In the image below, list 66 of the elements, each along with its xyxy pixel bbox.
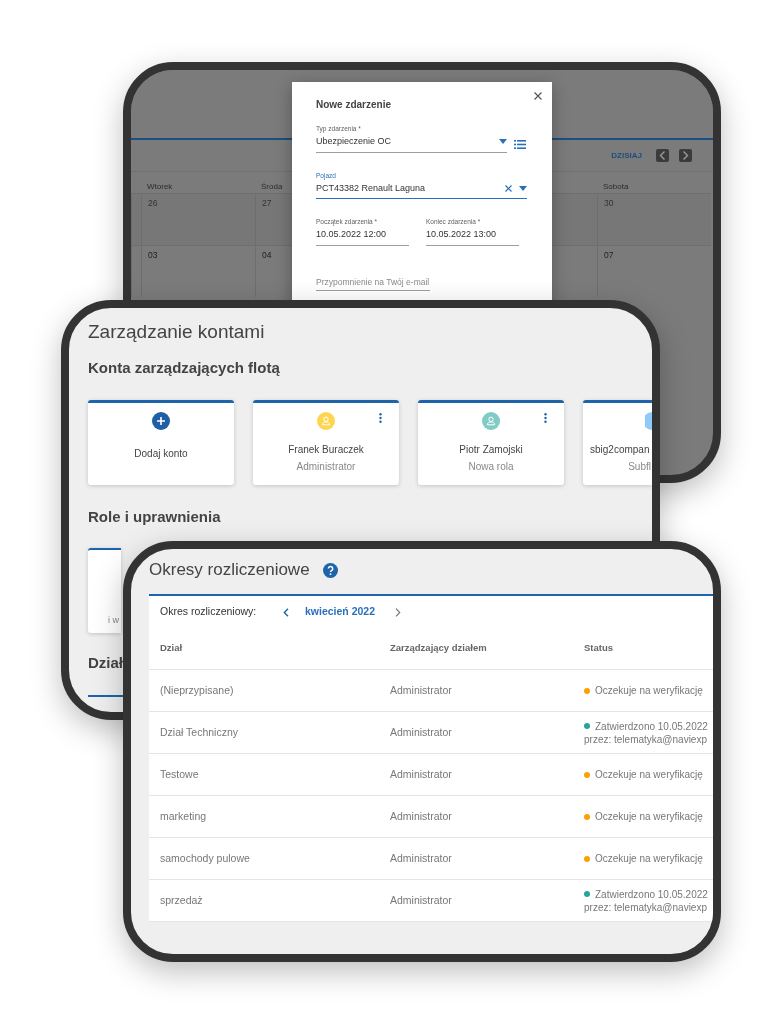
table-cell-text: Testowe [160, 766, 200, 782]
account-role: Subfl [628, 460, 652, 474]
next-button-icon[interactable] [679, 149, 692, 162]
more-icon[interactable] [544, 413, 547, 423]
weekday-label: Sobota [603, 181, 629, 193]
weekday-label: Środa [261, 181, 283, 193]
previous-icon[interactable] [283, 607, 289, 617]
table-cell-text: marketing [160, 808, 208, 824]
account-card[interactable]: Franek Buraczek Administrator [253, 400, 399, 485]
table-cell-text: Administrator [390, 766, 453, 782]
account-card[interactable]: sbig2compan Subfl [583, 400, 652, 485]
previous-button-icon[interactable] [656, 149, 669, 162]
table-cell-text: Administrator [390, 808, 453, 824]
more-icon[interactable] [379, 413, 382, 423]
column-header[interactable]: Dział [160, 641, 390, 656]
help-icon[interactable] [322, 562, 338, 578]
reminder-field[interactable]: Przypomnienie na Twój e-mail [316, 275, 430, 292]
status-text: Oczekuje na weryfikację [595, 810, 703, 823]
weekday-label: Wtorek [147, 181, 173, 193]
calendar-day-cell[interactable] [131, 193, 141, 245]
account-card[interactable]: Piotr Zamojski Nowa rola [418, 400, 564, 485]
dropdown-caret-icon[interactable] [519, 185, 527, 191]
input-field[interactable]: PCT43382 Renault Laguna [316, 179, 527, 199]
calendar-day-cell[interactable]: 07 [597, 245, 711, 297]
account-name: sbig2compan [589, 443, 651, 457]
table-cell-text: sprzedaż [160, 892, 204, 908]
status-detail: przez: telematyka@naviexp [584, 900, 708, 914]
table-cell-text: Administrator [390, 850, 453, 866]
input-field[interactable]: 10.05.2022 13:00 [426, 226, 519, 246]
status-text: Zatwierdzono 10.05.2022 [595, 887, 708, 901]
account-role: Nowa rola [468, 460, 514, 474]
table-cell-text: Administrator [390, 724, 453, 740]
status-detail: przez: telematyka@naviexp [584, 732, 708, 746]
status-text: Oczekuje na weryfikację [595, 684, 703, 697]
section-title: Role i uprawnienia [88, 507, 222, 527]
status-text: Zatwierdzono 10.05.2022 [595, 719, 708, 733]
next-icon[interactable] [395, 607, 402, 617]
account-card[interactable]: Dodaj konto [88, 400, 234, 485]
account-name: Dodaj konto [134, 447, 188, 461]
input-field[interactable]: 10.05.2022 12:00 [316, 226, 409, 246]
list-icon[interactable] [514, 139, 526, 149]
status-text: Oczekuje na weryfikację [595, 852, 703, 865]
column-header[interactable]: Zarządzający działem [390, 641, 584, 656]
calendar-day-cell[interactable] [131, 245, 141, 297]
input-field[interactable]: Ubezpieczenie OC [316, 133, 507, 153]
page-title: Okresy rozliczeniowe [149, 559, 310, 582]
add-icon[interactable] [152, 412, 170, 430]
section-title: Dział [88, 653, 124, 673]
period-label: Okres rozliczeniowy: [160, 604, 258, 620]
period-value: kwiecień 2022 [305, 604, 376, 620]
status-text: Oczekuje na weryfikację [595, 768, 703, 781]
section-title: Konta zarządzających flotą [88, 358, 281, 378]
table-cell-text: Administrator [390, 892, 453, 908]
account-role: Administrator [296, 460, 356, 474]
account-name: Piotr Zamojski [459, 443, 523, 457]
calendar-day-cell[interactable]: 03 [141, 245, 255, 297]
dialog-title: Nowe zdarzenie [316, 98, 393, 112]
table-cell-text: Dział Techniczny [160, 724, 239, 740]
table-cell-text: samochody pulowe [160, 850, 251, 866]
page-title: Zarządzanie kontami [88, 320, 266, 344]
account-name: Franek Buraczek [288, 443, 364, 457]
table-cell-text: (Nieprzypisane) [160, 682, 235, 698]
column-header[interactable]: Status [584, 641, 713, 656]
close-icon[interactable] [534, 92, 542, 100]
table-cell-text: Administrator [390, 682, 453, 698]
clear-icon[interactable] [505, 184, 512, 192]
